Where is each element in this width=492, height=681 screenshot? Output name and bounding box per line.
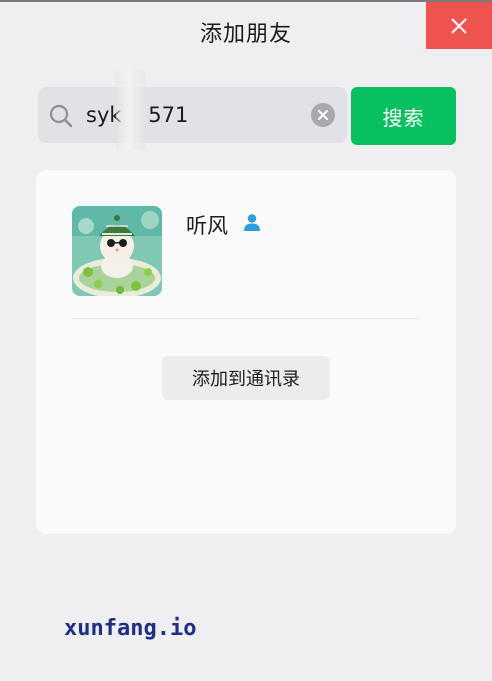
- avatar[interactable]: [72, 206, 162, 296]
- watermark: xunfang.io: [64, 616, 197, 641]
- window-top-border: [0, 0, 492, 2]
- redaction-mask: [116, 70, 146, 150]
- avatar-image: [72, 206, 162, 296]
- clear-icon: [318, 110, 328, 120]
- close-icon: [451, 17, 467, 34]
- clear-search-button[interactable]: [311, 103, 335, 127]
- divider: [72, 318, 420, 319]
- username: 听风: [186, 214, 228, 238]
- search-result-card: 听风 添加到通讯录: [36, 170, 456, 534]
- person-icon: [244, 214, 260, 231]
- search-box[interactable]: [38, 70, 347, 150]
- add-to-contacts-button[interactable]: 添加到通讯录: [162, 356, 330, 400]
- window-title: 添加朋友: [199, 22, 292, 47]
- close-button[interactable]: [426, 2, 492, 49]
- search-icon: [49, 104, 73, 128]
- search-button[interactable]: 搜索: [351, 87, 456, 145]
